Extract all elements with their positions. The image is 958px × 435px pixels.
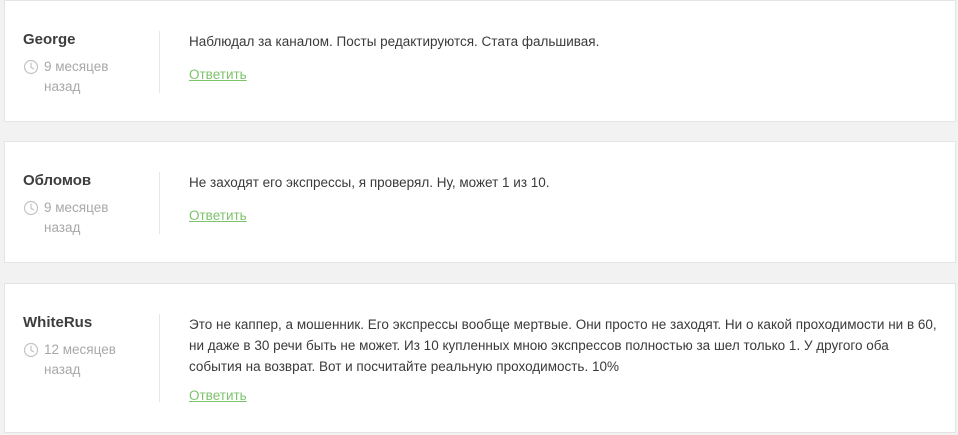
comment-meta: 9 месяцев назад	[23, 198, 143, 238]
reply-link[interactable]: Ответить	[189, 208, 247, 223]
comment-author-column: WhiteRus 12 месяцев назад	[5, 284, 159, 432]
clock-icon	[23, 342, 39, 358]
comment-text: Не заходят его экспрессы, я проверял. Ну…	[189, 175, 550, 190]
comment-time: 12 месяцев назад	[44, 342, 116, 377]
comment-author-column: Обломов 9 месяцев назад	[5, 142, 159, 262]
reply-link[interactable]: Ответить	[189, 388, 247, 403]
clock-icon	[23, 59, 39, 75]
comment-time: 9 месяцев назад	[44, 59, 109, 94]
comment-meta: 9 месяцев назад	[23, 57, 143, 97]
comment-text: Это не каппер, а мошенник. Его экспрессы…	[189, 317, 937, 374]
comment-author: WhiteRus	[23, 314, 93, 331]
comment-card: George 9 месяцев назад Наблюдал за канал…	[4, 0, 956, 122]
comment-card: Обломов 9 месяцев назад Не заходят его э…	[4, 141, 956, 263]
comment-time: 9 месяцев назад	[44, 200, 109, 235]
divider	[159, 31, 160, 93]
clock-icon	[23, 200, 39, 216]
divider	[159, 172, 160, 234]
comment-author: George	[23, 31, 76, 48]
comment-meta: 12 месяцев назад	[23, 340, 143, 380]
comment-text: Наблюдал за каналом. Посты редактируются…	[189, 34, 600, 49]
divider	[159, 314, 160, 402]
comment-card: WhiteRus 12 месяцев назад Это не каппер,…	[4, 283, 956, 433]
comment-author-column: George 9 месяцев назад	[5, 1, 159, 121]
comments-list: George 9 месяцев назад Наблюдал за канал…	[0, 0, 958, 435]
reply-link[interactable]: Ответить	[189, 67, 247, 82]
comment-author: Обломов	[23, 172, 92, 189]
